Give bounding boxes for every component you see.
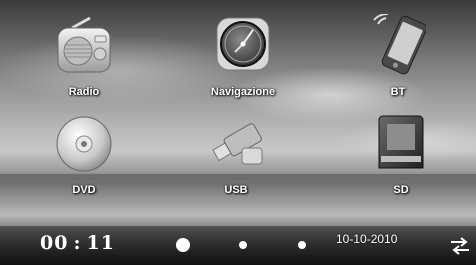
disc-icon — [56, 112, 112, 178]
phone-bluetooth-icon — [370, 13, 428, 80]
app-sd[interactable]: SD — [351, 112, 451, 206]
clock-compass-icon — [215, 14, 271, 80]
app-label: SD — [393, 184, 409, 196]
clock-hours: 00 — [40, 232, 69, 254]
sd-card-icon — [373, 112, 429, 178]
swap-arrows-icon[interactable] — [449, 236, 471, 256]
clock: 00:11 — [40, 232, 115, 254]
app-label: USB — [224, 184, 248, 196]
clock-minutes: 11 — [86, 232, 115, 254]
page-dot[interactable] — [239, 241, 247, 249]
date-display: 10-10-2010 — [336, 232, 398, 246]
page-dot[interactable] — [298, 241, 306, 249]
page-dot-active[interactable] — [176, 238, 190, 252]
app-label: Navigazione — [210, 86, 276, 98]
app-dvd[interactable]: DVD — [34, 112, 134, 206]
app-label: Radio — [68, 86, 100, 98]
app-bt[interactable]: BT — [348, 13, 448, 108]
app-navigazione[interactable]: Navigazione — [193, 14, 293, 108]
clock-separator: : — [73, 232, 82, 254]
usb-drive-icon — [208, 112, 264, 178]
app-usb[interactable]: USB — [186, 112, 286, 206]
app-label: DVD — [72, 184, 96, 196]
app-radio[interactable]: Radio — [34, 14, 134, 108]
radio-icon — [56, 14, 112, 80]
app-label: BT — [390, 86, 406, 98]
home-screen: Radio Navigazione BT DVD USB SD 00: 11 … — [0, 0, 476, 265]
